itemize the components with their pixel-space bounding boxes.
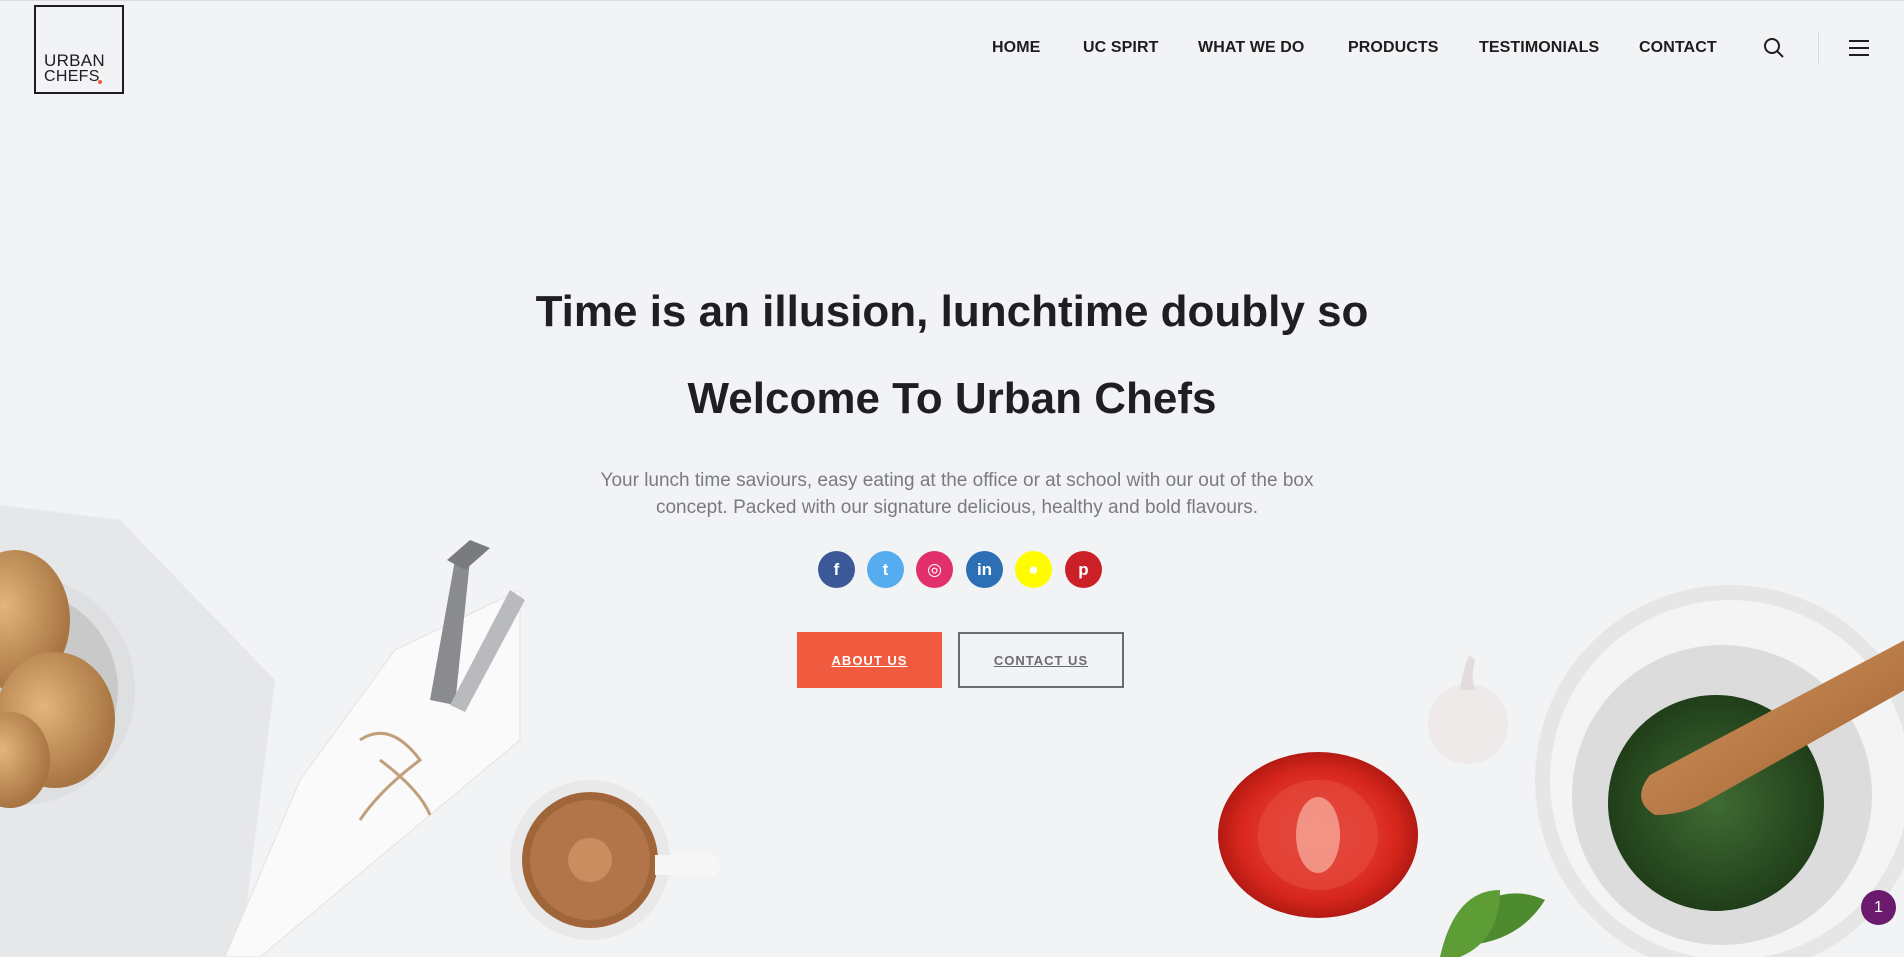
nav-what-we-do[interactable]: WHAT WE DO [1198,39,1304,57]
search-icon[interactable] [1763,37,1785,59]
top-border [0,0,1904,1]
nav-products[interactable]: PRODUCTS [1348,39,1439,57]
snapchat-icon[interactable]: ● [1015,551,1052,588]
hero-description: Your lunch time saviours, easy eating at… [600,470,1314,518]
logo-accent-dot [98,80,102,84]
linkedin-icon[interactable]: in [966,551,1003,588]
twitter-icon[interactable]: t [867,551,904,588]
napkin-shape [0,505,275,957]
hamburger-menu-icon[interactable] [1849,40,1869,56]
contact-us-button[interactable]: CONTACT US [958,632,1124,688]
facebook-icon[interactable]: f [818,551,855,588]
about-us-button[interactable]: ABOUT US [797,632,942,688]
hero-subtitle: Welcome To Urban Chefs [687,374,1217,423]
logo-line-2: CHEFS [44,68,100,85]
notification-badge[interactable]: 1 [1861,890,1896,925]
nav-testimonials[interactable]: TESTIMONIALS [1479,39,1599,57]
nav-uc-spirt[interactable]: UC SPIRT [1083,39,1158,57]
nav-contact[interactable]: CONTACT [1639,39,1717,57]
nav-home[interactable]: HOME [992,39,1040,57]
urban-chefs-logo[interactable]: URBAN CHEFS [34,5,124,94]
hero-title: Time is an illusion, lunchtime doubly so [535,287,1369,336]
nav-divider [1818,31,1819,65]
instagram-icon[interactable]: ◎ [916,551,953,588]
pinterest-icon[interactable]: p [1065,551,1102,588]
